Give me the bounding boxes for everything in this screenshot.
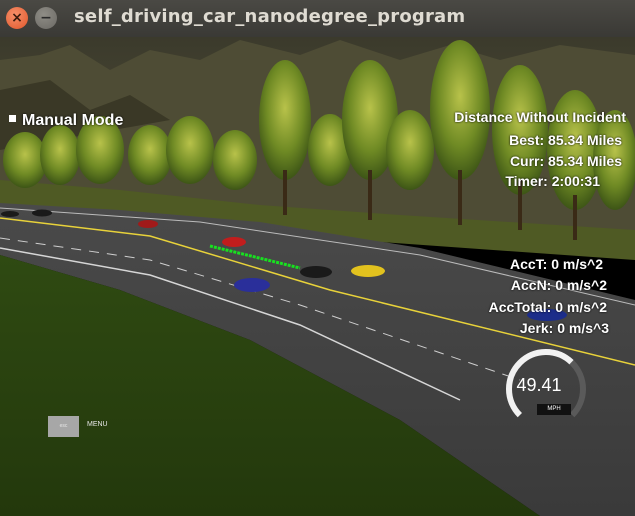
speed-unit: MPH — [537, 404, 571, 415]
close-icon: × — [11, 10, 23, 26]
distance-title: Distance Without Incident — [454, 109, 626, 125]
window-title: self_driving_car_nanodegree_program — [74, 6, 466, 27]
best-distance: Best: 85.34 Miles — [509, 132, 622, 148]
jerk: Jerk: 0 m/s^3 — [519, 320, 609, 336]
minimize-button[interactable]: − — [35, 7, 57, 29]
window-titlebar: × − self_driving_car_nanodegree_program — [0, 0, 635, 38]
minimize-icon: − — [40, 10, 52, 26]
mode-indicator-icon — [9, 115, 16, 122]
ego-car — [234, 278, 270, 292]
speed-value: 49.41 — [516, 375, 562, 395]
current-distance: Curr: 85.34 Miles — [509, 153, 622, 169]
acc-t: AccT: 0 m/s^2 — [510, 256, 603, 272]
acc-total: AccTotal: 0 m/s^2 — [488, 299, 607, 315]
close-button[interactable]: × — [6, 7, 28, 29]
esc-button[interactable]: esc — [48, 416, 79, 437]
timer: Timer: 2:00:31 — [505, 173, 600, 189]
mode-label: Manual Mode — [22, 112, 124, 129]
menu-label: MENU — [87, 421, 108, 428]
acc-n: AccN: 0 m/s^2 — [510, 277, 607, 293]
